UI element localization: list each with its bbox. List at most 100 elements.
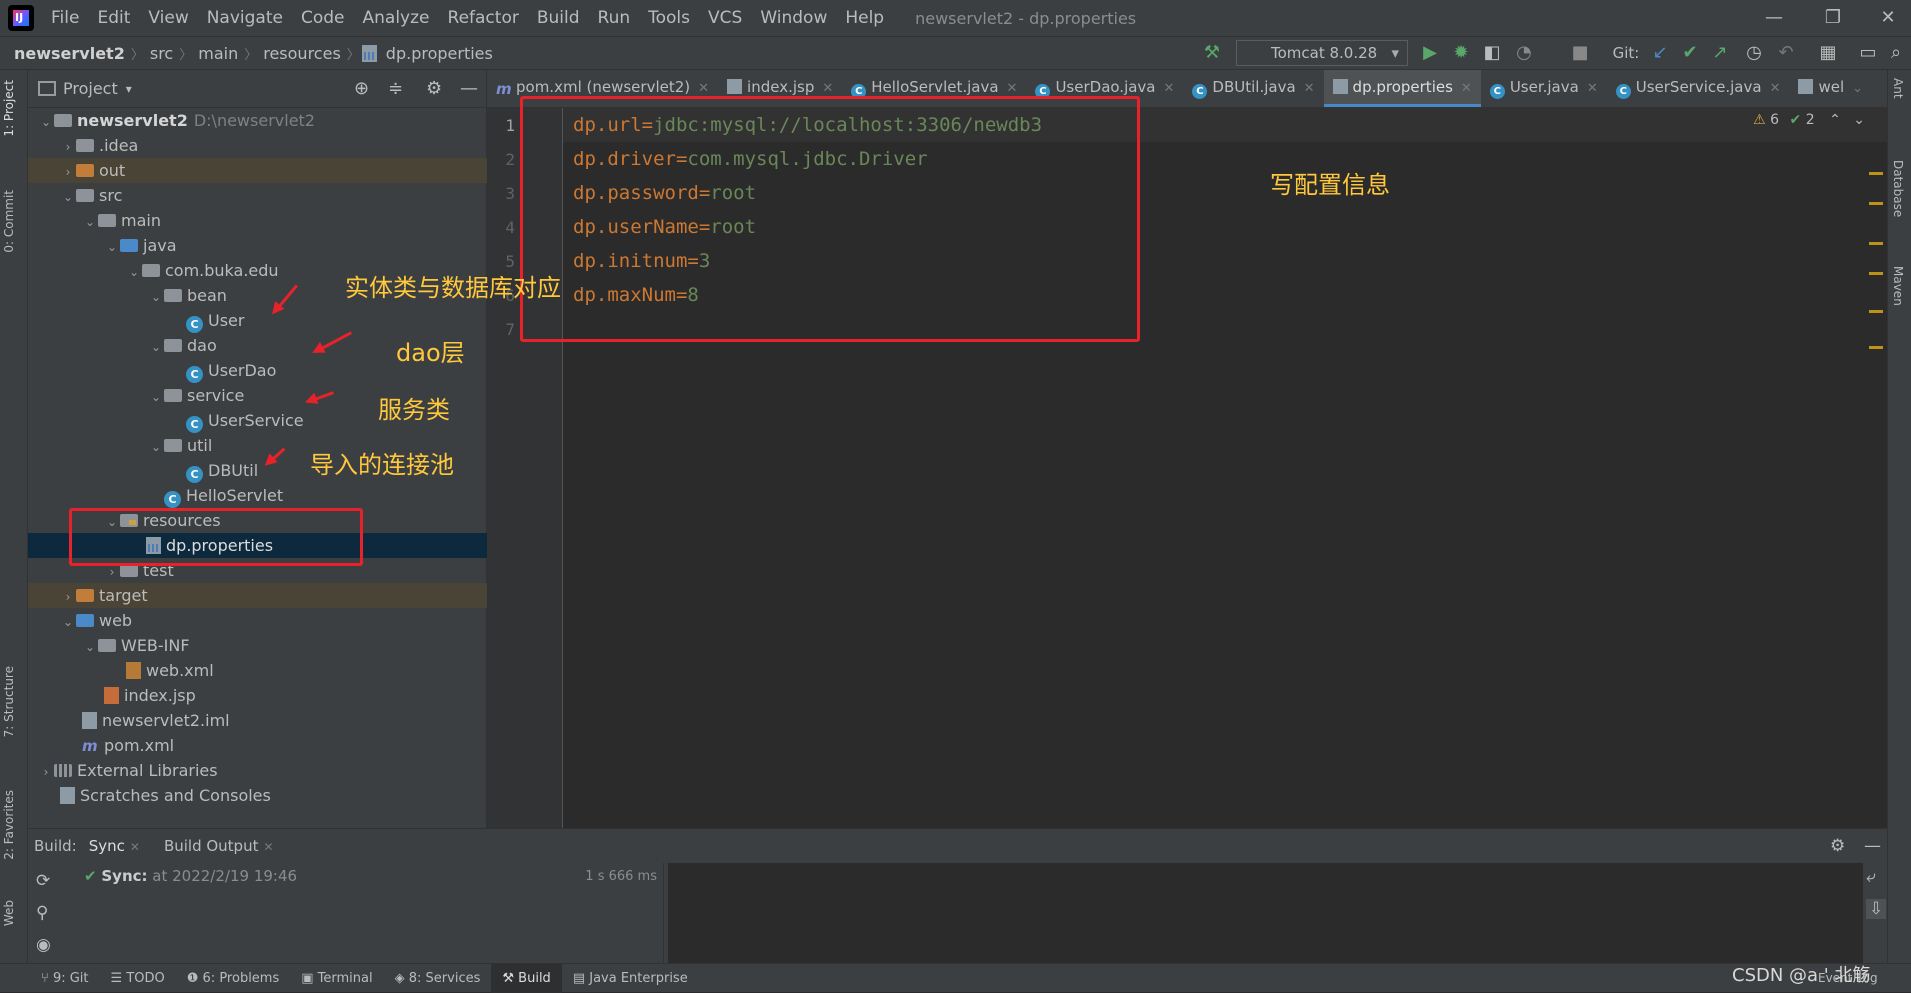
- tab-userservice[interactable]: C UserService.java ✕: [1607, 70, 1790, 107]
- tree-node-target[interactable]: › target: [28, 583, 487, 608]
- close-tab-icon[interactable]: ✕: [698, 81, 709, 96]
- menu-tools[interactable]: Tools: [639, 0, 699, 36]
- menu-window[interactable]: Window: [751, 0, 836, 36]
- search-icon[interactable]: ⌕: [1882, 36, 1910, 70]
- build-hammer-icon[interactable]: ⚒: [1198, 36, 1226, 70]
- git-update-icon[interactable]: ↙: [1646, 36, 1674, 70]
- tree-node-src[interactable]: ⌄ src: [28, 183, 487, 208]
- build-output[interactable]: [668, 863, 1863, 964]
- tree-node-user[interactable]: C User: [28, 308, 487, 333]
- git-push-icon[interactable]: ↗: [1706, 36, 1734, 70]
- tab-user[interactable]: C User.java ✕: [1481, 70, 1607, 107]
- menu-vcs[interactable]: VCS: [699, 0, 751, 36]
- tree-node-scratches[interactable]: Scratches and Consoles: [28, 783, 487, 808]
- error-stripe-mark[interactable]: [1869, 242, 1883, 245]
- tree-node-web-inf[interactable]: ⌄ WEB-INF: [28, 633, 487, 658]
- tree-node-root[interactable]: ⌄ newservlet2 D:\newservlet2: [28, 108, 487, 133]
- git-commit-icon[interactable]: ✔: [1676, 36, 1704, 70]
- breadcrumb-main[interactable]: main: [194, 44, 242, 63]
- gear-icon[interactable]: ⚙: [426, 78, 442, 99]
- pin-icon[interactable]: ⚲: [36, 903, 48, 923]
- menu-run[interactable]: Run: [589, 0, 640, 36]
- scroll-to-end-icon[interactable]: ⇩: [1866, 899, 1887, 919]
- breadcrumb-resources[interactable]: resources: [259, 44, 345, 63]
- tool-tab-database[interactable]: Database: [1891, 160, 1905, 217]
- tabs-overflow-icon[interactable]: ⌄: [1852, 81, 1863, 96]
- tab-dbutil[interactable]: C DBUtil.java ✕: [1183, 70, 1323, 107]
- close-tab-icon[interactable]: ✕: [1461, 81, 1472, 96]
- tool-tab-project[interactable]: 1: Project: [2, 80, 16, 137]
- menu-build[interactable]: Build: [528, 0, 589, 36]
- locate-icon[interactable]: ⊕: [354, 78, 369, 99]
- breadcrumb-src[interactable]: src: [146, 44, 177, 63]
- close-tab-icon[interactable]: ✕: [1587, 81, 1598, 96]
- profile-icon[interactable]: ◔: [1510, 36, 1538, 70]
- menu-file[interactable]: File: [42, 0, 88, 36]
- minimize-icon[interactable]: —: [1751, 0, 1797, 36]
- error-stripe-mark[interactable]: [1869, 272, 1883, 275]
- tool-tab-commit[interactable]: 0: Commit: [2, 190, 16, 253]
- status-git[interactable]: ⑂ 9: Git: [30, 971, 100, 986]
- tree-node-helloservlet[interactable]: C HelloServlet: [28, 483, 487, 508]
- tab-dp-properties[interactable]: dp.properties ✕: [1323, 70, 1481, 107]
- run-configuration-select[interactable]: Tomcat 8.0.28 ▾: [1236, 40, 1408, 66]
- tree-node-java[interactable]: ⌄ java: [28, 233, 487, 258]
- stop-icon[interactable]: ■: [1566, 36, 1594, 70]
- close-tab-icon[interactable]: ✕: [130, 840, 140, 854]
- debug-icon[interactable]: ✹: [1447, 36, 1475, 70]
- status-terminal[interactable]: ▣ Terminal: [290, 971, 383, 986]
- menu-analyze[interactable]: Analyze: [354, 0, 439, 36]
- breadcrumb-file[interactable]: dp.properties: [382, 44, 497, 63]
- error-stripe-mark[interactable]: [1869, 346, 1883, 349]
- soft-wrap-icon[interactable]: ⤶: [1866, 867, 1876, 887]
- tree-node-index-jsp[interactable]: index.jsp: [28, 683, 487, 708]
- rollback-icon[interactable]: ↶: [1772, 36, 1800, 70]
- status-build[interactable]: ⚒ Build: [491, 963, 562, 993]
- close-tab-icon[interactable]: ✕: [263, 840, 273, 854]
- tree-node-pom[interactable]: m pom.xml: [28, 733, 487, 758]
- close-tab-icon[interactable]: ✕: [822, 81, 833, 96]
- inspection-widget[interactable]: ⚠ 6 ✔ 2 ⌃ ⌄: [1753, 112, 1865, 128]
- eye-icon[interactable]: ◉: [36, 935, 51, 955]
- tool-tab-maven[interactable]: Maven: [1891, 266, 1905, 306]
- run-icon[interactable]: ▶: [1416, 36, 1444, 70]
- collapse-all-icon[interactable]: ≑: [388, 78, 403, 99]
- tool-tab-web[interactable]: Web: [2, 900, 16, 926]
- menu-code[interactable]: Code: [292, 0, 354, 36]
- chevron-down-icon[interactable]: ⌄: [1853, 112, 1865, 128]
- gear-icon[interactable]: ⚙: [1830, 836, 1845, 856]
- menu-edit[interactable]: Edit: [88, 0, 139, 36]
- tree-node-main[interactable]: ⌄ main: [28, 208, 487, 233]
- menu-refactor[interactable]: Refactor: [439, 0, 528, 36]
- chevron-up-icon[interactable]: ⌃: [1829, 112, 1841, 128]
- hide-panel-icon[interactable]: —: [1864, 836, 1881, 856]
- status-todo[interactable]: ☰ TODO: [100, 971, 176, 986]
- sync-icon[interactable]: ⟳: [36, 871, 50, 891]
- tree-node-web[interactable]: ⌄ web: [28, 608, 487, 633]
- project-structure-icon[interactable]: ▦: [1814, 36, 1842, 70]
- chevron-down-icon[interactable]: ▾: [126, 82, 132, 96]
- layout-icon[interactable]: ▭: [1854, 36, 1882, 70]
- history-icon[interactable]: ◷: [1740, 36, 1768, 70]
- close-tab-icon[interactable]: ✕: [1007, 81, 1018, 96]
- tree-node-external-libraries[interactable]: › External Libraries: [28, 758, 487, 783]
- tree-node-web-xml[interactable]: web.xml: [28, 658, 487, 683]
- status-services[interactable]: ◈ 8: Services: [384, 971, 492, 986]
- coverage-icon[interactable]: ◧: [1478, 36, 1506, 70]
- menu-navigate[interactable]: Navigate: [198, 0, 292, 36]
- tree-node-iml[interactable]: newservlet2.iml: [28, 708, 487, 733]
- tab-wel[interactable]: wel ⌄: [1789, 70, 1872, 107]
- close-tab-icon[interactable]: ✕: [1164, 81, 1175, 96]
- breadcrumb-project[interactable]: newservlet2: [10, 44, 129, 63]
- tab-build-output[interactable]: Build Output ✕: [152, 837, 286, 855]
- menu-view[interactable]: View: [139, 0, 197, 36]
- status-java-enterprise[interactable]: ▤ Java Enterprise: [562, 971, 699, 986]
- close-tab-icon[interactable]: ✕: [1304, 81, 1315, 96]
- tool-tab-structure[interactable]: 7: Structure: [2, 666, 16, 737]
- project-view-select[interactable]: Project: [63, 79, 118, 98]
- tool-tab-favorites[interactable]: 2: Favorites: [2, 790, 16, 860]
- tree-node-idea[interactable]: › .idea: [28, 133, 487, 158]
- error-stripe-mark[interactable]: [1869, 172, 1883, 175]
- hide-panel-icon[interactable]: —: [460, 78, 478, 99]
- error-stripe-mark[interactable]: [1869, 202, 1883, 205]
